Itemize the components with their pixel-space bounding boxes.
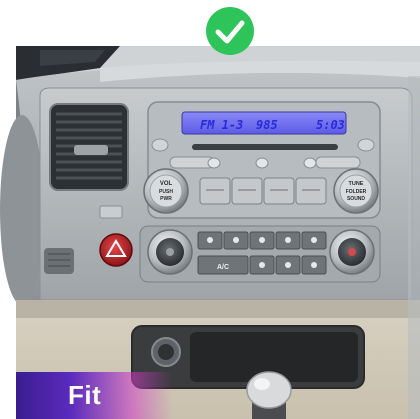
- small-switch[interactable]: [99, 205, 123, 219]
- right-frame-shadow: [408, 76, 420, 419]
- sound-label: SOUND: [347, 196, 365, 202]
- lcd-frequency: 985: [256, 118, 278, 132]
- vent-tab[interactable]: [74, 145, 108, 155]
- model-badge: Fit: [16, 372, 172, 419]
- tune-label: TUNE: [349, 181, 364, 187]
- volume-knob[interactable]: VOL PUSH PWR: [143, 168, 189, 214]
- temperature-knob[interactable]: [329, 229, 375, 275]
- car-dashboard-photo: FM 1-3 985 5:03 VOL PUSH PWR TUNE FOLDER…: [0, 46, 420, 419]
- vol-push-label: PUSH: [159, 189, 173, 195]
- air-vent[interactable]: [49, 103, 129, 191]
- model-badge-label: Fit: [68, 380, 102, 410]
- ac-label: A/C: [217, 264, 229, 271]
- cd-slot: [192, 144, 338, 150]
- vol-label: VOL: [160, 181, 173, 187]
- steering-shadow: [0, 115, 44, 305]
- lcd-time: 5:03: [316, 118, 345, 132]
- radio-lcd-display: FM 1-3 985 5:03: [181, 111, 347, 135]
- power-outlet[interactable]: [151, 337, 181, 367]
- tune-knob[interactable]: TUNE FOLDER SOUND: [333, 168, 379, 214]
- hazard-button[interactable]: [99, 233, 133, 267]
- product-image: FM 1-3 985 5:03 VOL PUSH PWR TUNE FOLDER…: [0, 0, 420, 419]
- gear-shifter[interactable]: [246, 371, 292, 419]
- vol-pwr-label: PWR: [160, 196, 172, 202]
- console-edge: [16, 300, 420, 318]
- fan-speed-knob[interactable]: [147, 229, 193, 275]
- lcd-band: FM 1-3: [200, 118, 243, 132]
- folder-label: FOLDER: [346, 189, 367, 195]
- check-circle-icon: [206, 7, 254, 55]
